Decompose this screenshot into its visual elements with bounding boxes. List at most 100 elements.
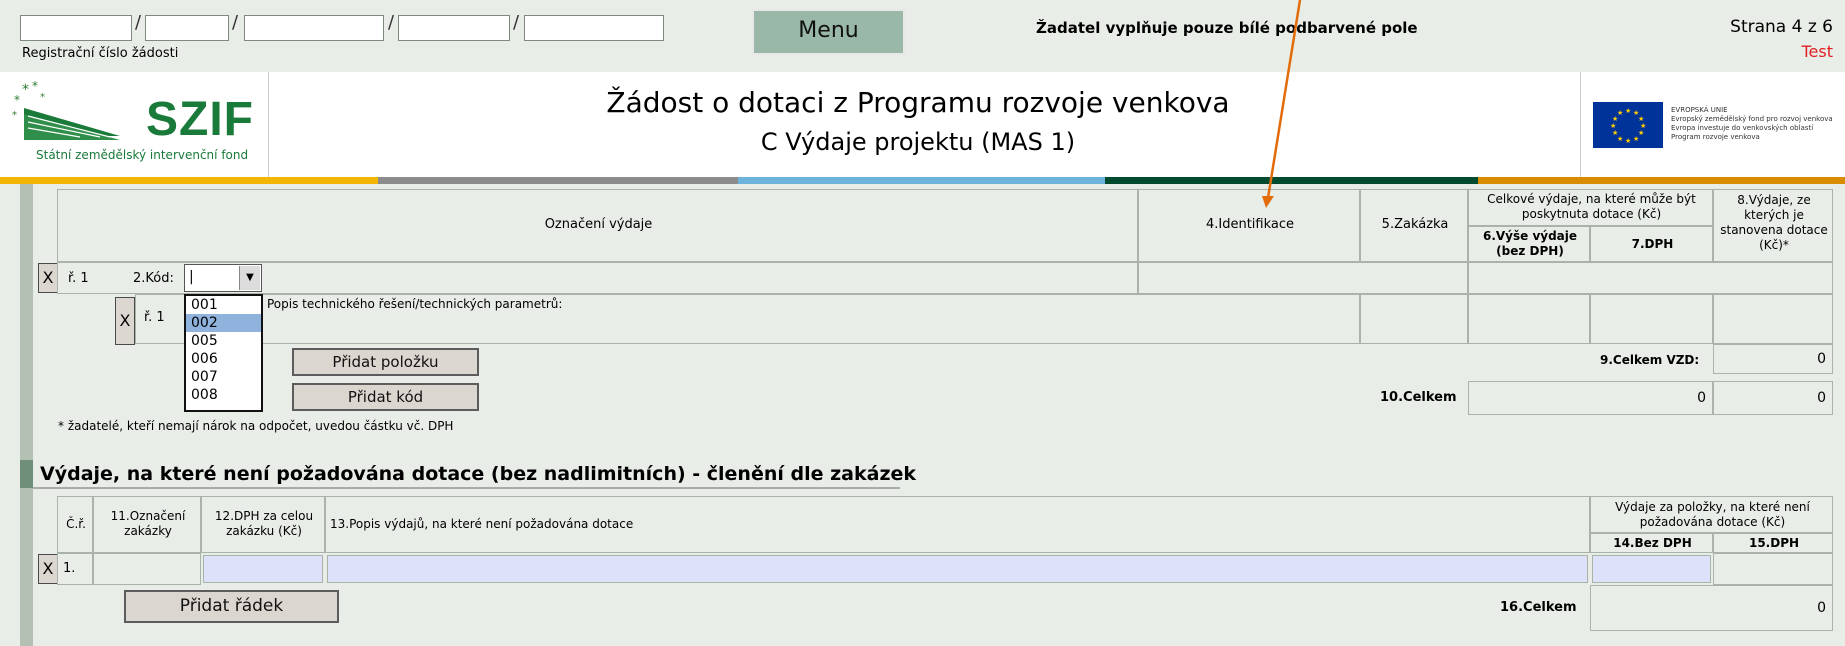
t1-popis-label: Popis technického řešení/technických par… xyxy=(267,297,563,311)
eu-text-line: EVROPSKÁ UNIE xyxy=(1671,106,1728,114)
eu-flag-icon: ★ ★★ ★★★ ★★★ ★★★ xyxy=(1593,102,1663,148)
s2-h-group-cell: Výdaje za položky, na které není požadov… xyxy=(1590,496,1833,533)
t1-header-vyse: 6.Výše výdaje (bez DPH) xyxy=(1468,226,1590,262)
t1-header-celkove: Celkové výdaje, na které může být poskyt… xyxy=(1468,189,1713,226)
s2-h-cr: Č.ř. xyxy=(66,517,86,531)
reg-field-5[interactable] xyxy=(524,15,664,41)
reg-field-1[interactable] xyxy=(20,15,132,41)
t1-h-zakazka: 5.Zakázka xyxy=(1381,217,1449,232)
svg-text:*: * xyxy=(40,92,45,103)
eu-text-line: Evropa investuje do venkovských oblastí xyxy=(1671,124,1814,132)
menu-button[interactable]: Menu xyxy=(752,9,905,55)
t1-h-celkove: Celkové výdaje, na které může být poskyt… xyxy=(1487,192,1696,221)
celkem-value-2: 0 xyxy=(1817,390,1826,406)
svg-text:*: * xyxy=(22,82,29,98)
s2-h-12-cell: 12.DPH za celou zakázku (Kč) xyxy=(201,496,325,553)
registration-bar: / / / / Registrační číslo žádosti Menu Ž… xyxy=(0,0,1845,64)
reg-slash: / xyxy=(232,12,239,33)
reg-field-4[interactable] xyxy=(398,15,510,41)
svg-text:*: * xyxy=(12,110,17,121)
dropdown-option[interactable]: 008 xyxy=(186,386,261,404)
s2-input-13[interactable] xyxy=(327,555,1588,583)
eu-text-line: Program rozvoje venkova xyxy=(1671,133,1760,141)
celkem-label: 10.Celkem xyxy=(1380,390,1457,405)
reg-label: Registrační číslo žádosti xyxy=(22,46,179,61)
s2-h-15: 15.DPH xyxy=(1748,536,1800,550)
t1-h-ident: 4.Identifikace xyxy=(1205,217,1295,232)
szif-logo-icon: * * * * * xyxy=(12,80,120,140)
chevron-down-icon[interactable]: ▼ xyxy=(239,266,260,290)
stripe-gray xyxy=(378,177,738,184)
add-code-button[interactable]: Přidat kód xyxy=(292,383,479,411)
t1-header-vydaje: 8.Výdaje, ze kterých je stanovena dotace… xyxy=(1713,189,1833,262)
eu-text: EVROPSKÁ UNIE Evropský zemědělský fond p… xyxy=(1671,106,1833,142)
eu-logo: ★ ★ ★ ★ ★ ★ ★ ★ ★ ★ ★ ★ EVROPSKÁ UNIE Evropský z… xyxy=(1580,72,1845,177)
szif-logo-text: SZIF xyxy=(146,93,254,146)
svg-text:*: * xyxy=(32,80,38,93)
svg-text:*: * xyxy=(14,93,20,107)
svg-text:★: ★ xyxy=(1617,109,1623,117)
section2-title: Výdaje, na které není požadována dotace … xyxy=(40,463,917,485)
dropdown-option[interactable]: 001 xyxy=(186,296,261,314)
s2-h-cr-cell: Č.ř. xyxy=(57,496,93,553)
s2-h-11-cell: 11.Označení zakázky xyxy=(93,496,201,553)
szif-logo-subtitle: Státní zemědělský intervenční fond xyxy=(36,148,249,162)
s2-input-12[interactable] xyxy=(203,555,323,583)
dropdown-option[interactable]: 005 xyxy=(186,332,261,350)
eu-text-line: Evropský zemědělský fond pro rozvoj venk… xyxy=(1671,115,1833,123)
s2-row-num: 1. xyxy=(63,561,76,576)
t1-header-dph: 7.DPH xyxy=(1590,226,1713,262)
add-item-button[interactable]: Přidat položku xyxy=(292,348,479,376)
s2-celkem-value: 0 xyxy=(1817,600,1826,616)
add-row-button[interactable]: Přidat řádek xyxy=(124,590,339,623)
t1-row1-right xyxy=(1468,262,1833,294)
dropdown-option[interactable]: 006 xyxy=(186,350,261,368)
t1-kod-label: 2.Kód: xyxy=(133,271,174,286)
reg-slash: / xyxy=(388,12,395,33)
s2-h-13: 13.Popis výdajů, na které není požadován… xyxy=(330,517,634,531)
s2-input-14[interactable] xyxy=(1592,555,1711,583)
t1-subrow-label: ř. 1 xyxy=(144,310,165,325)
reg-field-3[interactable] xyxy=(244,15,384,41)
s2-h-13-cell: 13.Popis výdajů, na které není požadován… xyxy=(325,496,1590,553)
dropdown-option-selected[interactable]: 002 xyxy=(186,314,261,332)
svg-text:★: ★ xyxy=(1633,135,1639,143)
t1-h-vyse: 6.Výše výdaje (bez DPH) xyxy=(1482,229,1578,258)
celkem-value-1: 0 xyxy=(1697,390,1706,406)
mode-badge: Test xyxy=(1801,42,1833,61)
svg-text:★: ★ xyxy=(1625,137,1631,145)
t1-subrow-dph xyxy=(1590,294,1713,344)
t1-row1-ident xyxy=(1138,262,1468,294)
celkem-vzd-value: 0 xyxy=(1817,351,1826,367)
page-indicator: Strana 4 z 6 xyxy=(1730,17,1833,37)
svg-text:★: ★ xyxy=(1610,122,1616,130)
stripe-orange xyxy=(1478,177,1845,184)
svg-text:★: ★ xyxy=(1625,107,1631,115)
kod-select[interactable]: | ▼ xyxy=(184,264,262,292)
footnote: * žadatelé, kteří nemají nárok na odpoče… xyxy=(58,419,454,433)
s2-h-group: Výdaje za položky, na které není požadov… xyxy=(1615,500,1810,529)
s2-row-11 xyxy=(93,553,201,585)
t1-row1-label: ř. 1 xyxy=(68,271,89,286)
delete-row-button[interactable]: X xyxy=(38,263,58,293)
t1-h-oznaceni: Označení výdaje xyxy=(544,217,653,232)
stripe-blue xyxy=(738,177,1105,184)
kod-select-value: | xyxy=(189,269,194,285)
t1-h-dph: 7.DPH xyxy=(1631,237,1674,251)
reg-field-2[interactable] xyxy=(145,15,229,41)
celkem-vzd-label: 9.Celkem VZD: xyxy=(1600,353,1700,367)
delete-item-button[interactable]: X xyxy=(115,297,135,345)
s2-h-11: 11.Označení zakázky xyxy=(110,509,186,538)
reg-slash: / xyxy=(513,12,520,33)
s2-row-15 xyxy=(1713,553,1833,585)
s2-h-15-cell: 15.DPH xyxy=(1713,533,1833,553)
s2-celkem-label: 16.Celkem xyxy=(1500,600,1577,615)
s2-delete-row-button[interactable]: X xyxy=(38,554,58,584)
left-margin-bar xyxy=(20,184,33,646)
stripe-yellow xyxy=(0,177,378,184)
t1-subrow-vyse xyxy=(1468,294,1590,344)
dropdown-option[interactable]: 007 xyxy=(186,368,261,386)
reg-slash: / xyxy=(135,12,142,33)
s2-h-14: 14.Bez DPH xyxy=(1613,536,1692,550)
annotation-arrow-icon xyxy=(1262,0,1302,208)
